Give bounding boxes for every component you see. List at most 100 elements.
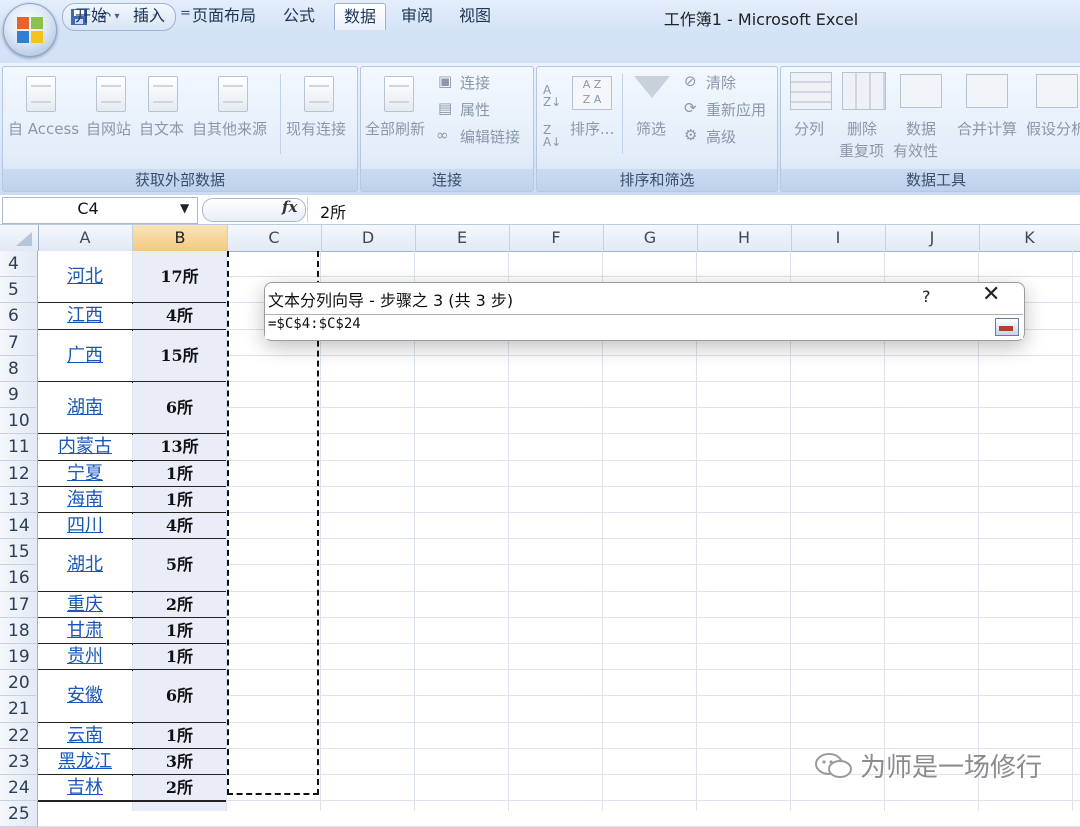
count-cell[interactable]: 2所	[133, 592, 226, 618]
column-header-e[interactable]: E	[415, 225, 510, 251]
province-cell[interactable]: 江西	[38, 303, 132, 329]
reapply-button[interactable]: 重新应用	[706, 99, 766, 120]
count-cell[interactable]: 15所	[133, 330, 226, 382]
province-cell[interactable]: 吉林	[38, 775, 132, 801]
expand-dialog-button[interactable]	[995, 318, 1019, 336]
column-header-k[interactable]: K	[979, 225, 1080, 251]
province-cell[interactable]: 河北	[38, 251, 132, 303]
remove-duplicates-button[interactable]: 删除	[847, 118, 877, 139]
row-header-25[interactable]: 25	[0, 801, 38, 827]
row-header-11[interactable]: 11	[0, 434, 38, 461]
formula-input[interactable]	[307, 197, 1080, 222]
close-icon[interactable]: ✕	[982, 282, 1000, 307]
count-cell[interactable]: 1所	[133, 644, 226, 670]
province-cell[interactable]: 海南	[38, 487, 132, 513]
clear-button[interactable]: 清除	[706, 72, 736, 93]
what-if-analysis-button[interactable]: 假设分析	[1026, 118, 1080, 139]
tab-insert[interactable]: 插入	[124, 3, 174, 29]
count-cell[interactable]: 4所	[133, 513, 226, 539]
count-cell[interactable]: 6所	[133, 670, 226, 722]
from-other-sources-button[interactable]: 自其他来源	[192, 118, 267, 139]
row-header-16[interactable]: 16	[0, 565, 38, 592]
tab-formulas[interactable]: 公式	[274, 3, 324, 29]
province-cell[interactable]: 重庆	[38, 592, 132, 618]
row-header-6[interactable]: 6	[0, 303, 38, 330]
existing-connections-button[interactable]: 现有连接	[286, 118, 346, 139]
column-header-i[interactable]: I	[791, 225, 886, 251]
column-header-b[interactable]: B	[133, 225, 228, 251]
province-cell[interactable]: 宁夏	[38, 461, 132, 487]
count-cell[interactable]: 5所	[133, 539, 226, 591]
column-header-a[interactable]: A	[38, 225, 133, 251]
row-header-14[interactable]: 14	[0, 513, 38, 540]
tab-data[interactable]: 数据	[334, 3, 386, 30]
row-header-5[interactable]: 5	[0, 277, 38, 304]
filter-button[interactable]: 筛选	[636, 118, 666, 139]
count-cell[interactable]: 1所	[133, 618, 226, 644]
column-header-c[interactable]: C	[227, 225, 322, 251]
province-cell[interactable]: 甘肃	[38, 618, 132, 644]
edit-links-button[interactable]: 编辑链接	[460, 126, 520, 147]
province-cell[interactable]: 湖南	[38, 382, 132, 434]
from-web-button[interactable]: 自网站	[86, 118, 131, 139]
sort-ascending-icon[interactable]: A Z↓	[543, 84, 561, 108]
count-cell[interactable]: 17所	[133, 251, 226, 303]
sort-descending-icon[interactable]: Z A↓	[543, 124, 561, 148]
count-cell[interactable]: 2所	[133, 775, 226, 801]
province-cell[interactable]: 内蒙古	[38, 434, 132, 460]
advanced-button[interactable]: 高级	[706, 126, 736, 147]
count-cell[interactable]: 1所	[133, 461, 226, 487]
insert-function-button[interactable]: fx	[282, 198, 297, 216]
count-cell[interactable]: 4所	[133, 303, 226, 329]
row-header-23[interactable]: 23	[0, 748, 38, 775]
count-cell[interactable]: 1所	[133, 723, 226, 749]
row-header-24[interactable]: 24	[0, 775, 38, 802]
refresh-all-button[interactable]: 全部刷新	[365, 118, 425, 139]
tab-review[interactable]: 审阅	[392, 3, 442, 29]
sort-button[interactable]: 排序...	[570, 118, 614, 139]
range-input[interactable]	[265, 314, 1023, 339]
province-cell[interactable]: 湖北	[38, 539, 132, 591]
column-header-f[interactable]: F	[509, 225, 604, 251]
properties-button[interactable]: 属性	[460, 99, 490, 120]
row-header-12[interactable]: 12	[0, 460, 38, 487]
row-header-13[interactable]: 13	[0, 486, 38, 513]
consolidate-button[interactable]: 合并计算	[957, 118, 1017, 139]
province-cell[interactable]: 广西	[38, 330, 132, 382]
office-button[interactable]	[3, 3, 57, 57]
count-cell[interactable]: 3所	[133, 749, 226, 775]
help-button[interactable]: ?	[922, 287, 931, 306]
row-header-7[interactable]: 7	[0, 329, 38, 356]
name-box-dropdown-icon[interactable]: ▼	[180, 201, 189, 215]
tab-page-layout[interactable]: 页面布局	[184, 3, 264, 29]
count-cell[interactable]: 13所	[133, 434, 226, 460]
column-header-g[interactable]: G	[603, 225, 698, 251]
connections-button[interactable]: 连接	[460, 72, 490, 93]
province-cell[interactable]: 云南	[38, 723, 132, 749]
data-validation-button[interactable]: 数据	[906, 118, 936, 139]
column-header-j[interactable]: J	[885, 225, 980, 251]
row-header-8[interactable]: 8	[0, 355, 38, 382]
row-header-10[interactable]: 10	[0, 408, 38, 435]
row-header-15[interactable]: 15	[0, 539, 38, 566]
from-text-button[interactable]: 自文本	[139, 118, 184, 139]
tab-home[interactable]: 开始	[66, 3, 116, 29]
row-header-21[interactable]: 21	[0, 696, 38, 723]
province-cell[interactable]: 贵州	[38, 644, 132, 670]
row-header-20[interactable]: 20	[0, 670, 38, 697]
row-header-9[interactable]: 9	[0, 382, 38, 409]
count-cell[interactable]: 1所	[133, 487, 226, 513]
row-header-17[interactable]: 17	[0, 591, 38, 618]
province-cell[interactable]: 黑龙江	[38, 749, 132, 775]
province-cell[interactable]: 四川	[38, 513, 132, 539]
row-header-19[interactable]: 19	[0, 644, 38, 671]
count-cell[interactable]: 6所	[133, 382, 226, 434]
province-cell[interactable]: 安徽	[38, 670, 132, 722]
row-header-22[interactable]: 22	[0, 722, 38, 749]
row-header-4[interactable]: 4	[0, 251, 38, 278]
row-header-18[interactable]: 18	[0, 617, 38, 644]
column-header-d[interactable]: D	[321, 225, 416, 251]
from-access-button[interactable]: 自 Access	[8, 118, 79, 139]
text-to-columns-button[interactable]: 分列	[794, 118, 824, 139]
column-header-h[interactable]: H	[697, 225, 792, 251]
